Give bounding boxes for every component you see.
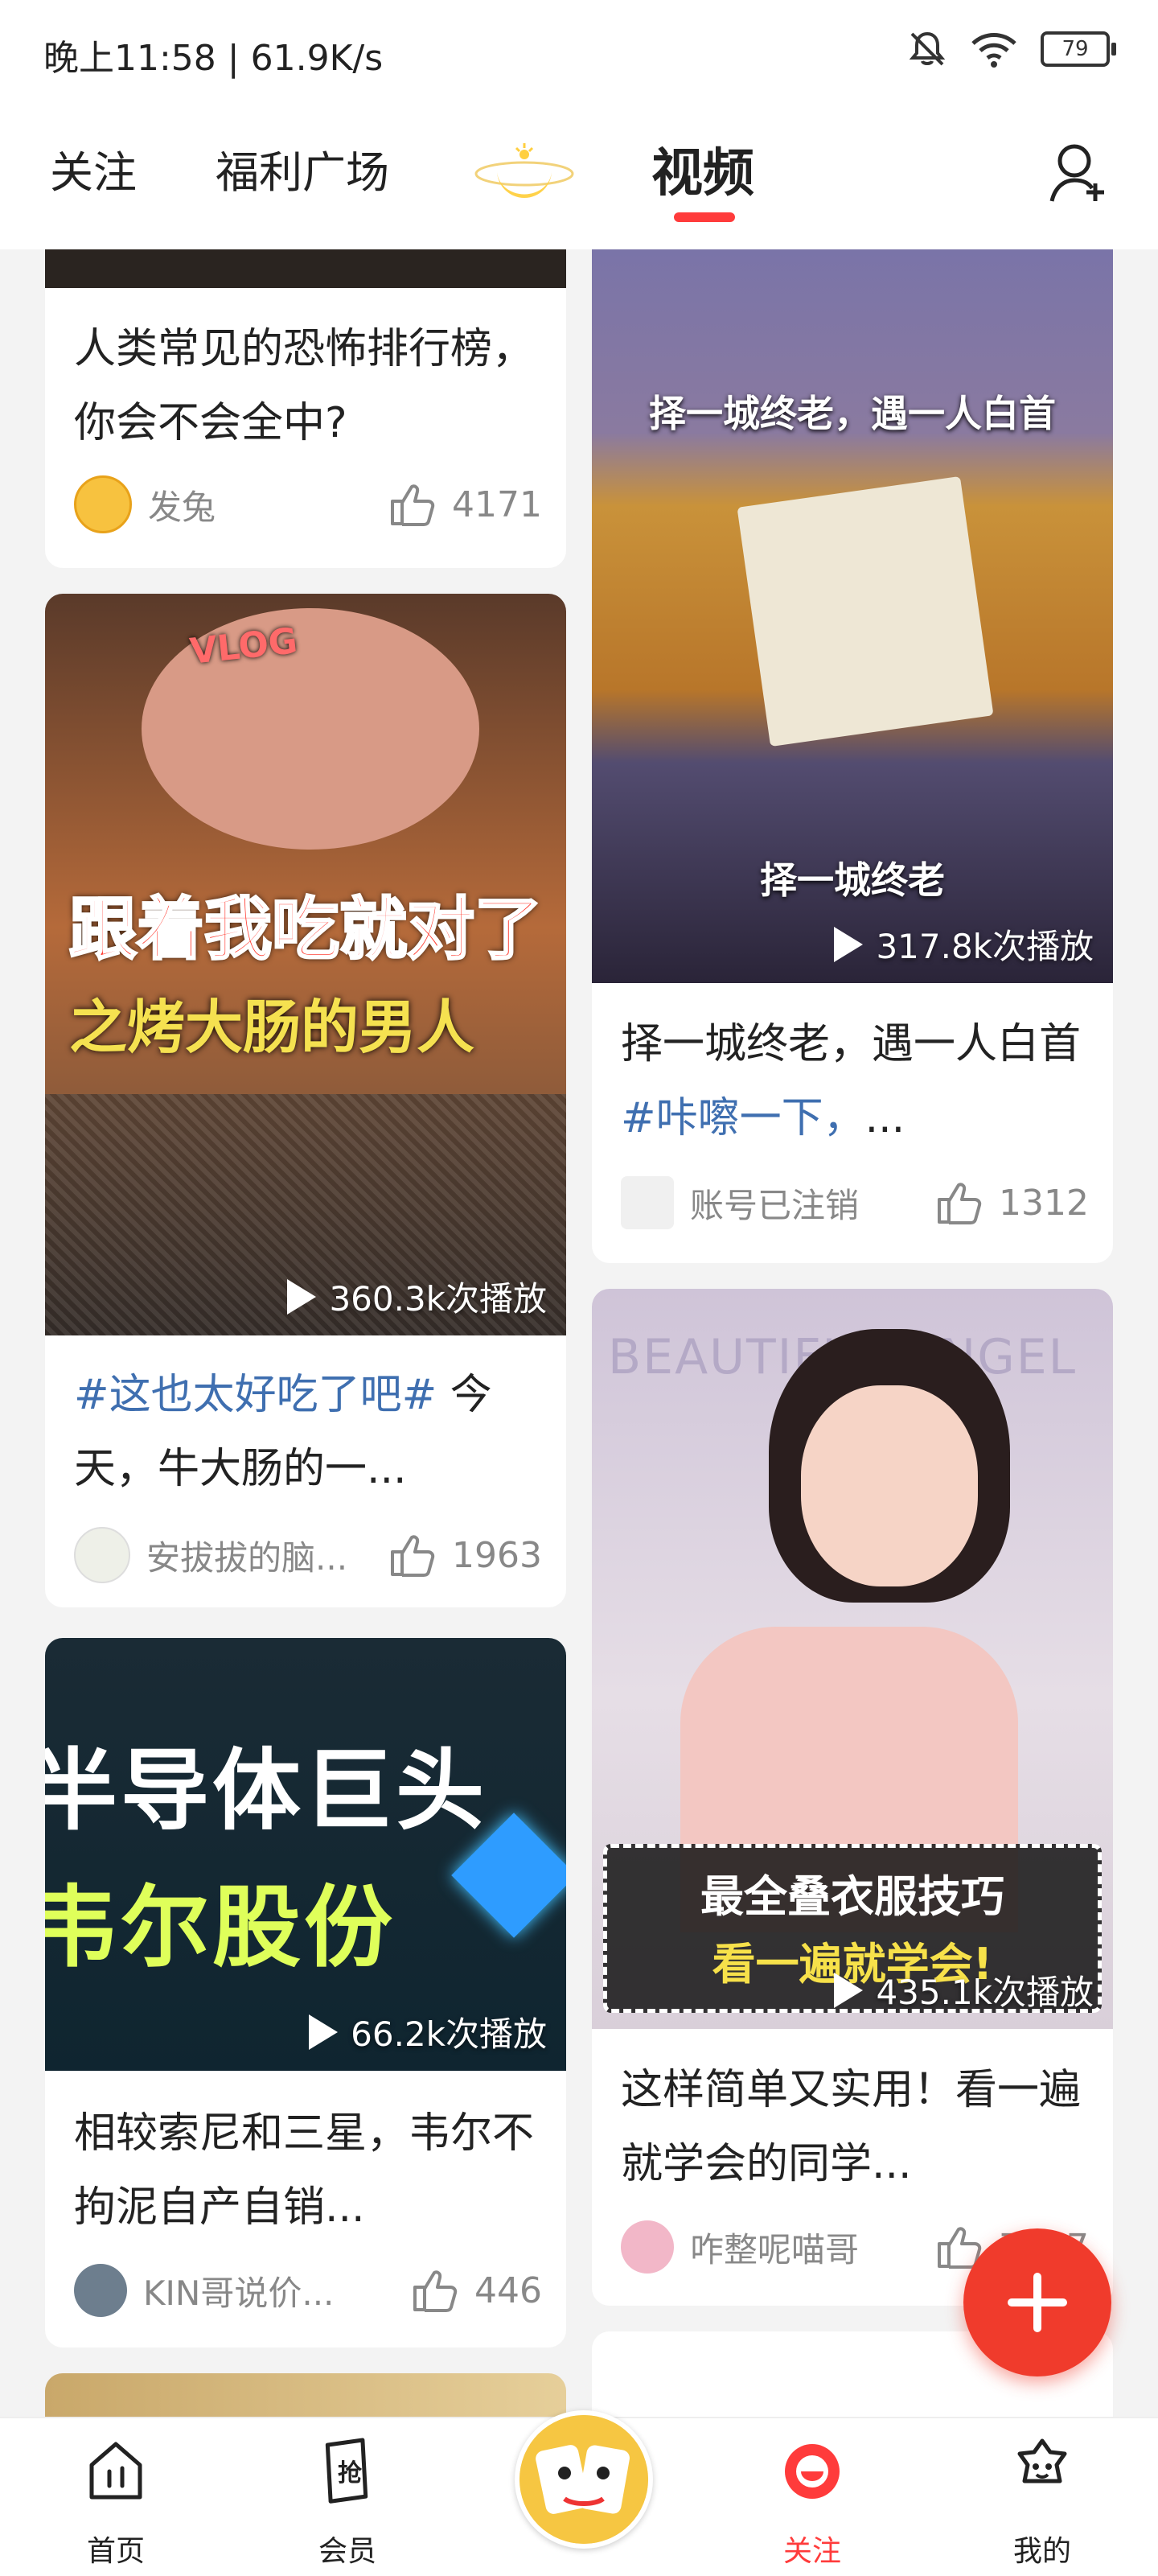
like-count[interactable]: 446 bbox=[410, 2266, 542, 2315]
nav-profile[interactable]: 我的 bbox=[962, 2418, 1123, 2576]
grab-icon: 抢 bbox=[325, 2438, 368, 2504]
top-nav: 关注 福利广场 视频 bbox=[0, 105, 1158, 249]
nav-profile-label: 我的 bbox=[1012, 2535, 1071, 2568]
home-icon bbox=[89, 2442, 142, 2500]
person-face bbox=[801, 1385, 978, 1586]
author-name[interactable]: 咋整呢喵哥 bbox=[690, 2223, 931, 2272]
like-count[interactable]: 1963 bbox=[388, 1531, 542, 1579]
video-card[interactable]: 半导体巨头 韦尔股份 66.2k次播放 相较索尼和三星，韦尔不拘泥自产自销...… bbox=[45, 1638, 566, 2348]
avatar[interactable] bbox=[621, 1176, 674, 1229]
thumbnail-subheadline: 之烤大肠的男人 bbox=[69, 994, 475, 1061]
thumbnail-subheadline: 择一城终老 bbox=[760, 858, 945, 902]
create-post-button[interactable] bbox=[963, 2228, 1111, 2376]
video-thumbnail: 择一城终老，遇一人白首 择一城终老 317.8k次播放 bbox=[592, 249, 1113, 983]
thumbnail-subheadline: 韦尔股份 bbox=[45, 1876, 396, 1979]
hashtag[interactable]: #这也太好吃了吧# bbox=[74, 1371, 437, 1419]
video-meta: 安拔拔的脑... 1963 bbox=[74, 1527, 542, 1583]
play-count: 435.1k次播放 bbox=[834, 1965, 1094, 2014]
profile-icon bbox=[1017, 2438, 1067, 2483]
like-count[interactable]: 1312 bbox=[934, 1179, 1089, 1227]
nav-follow[interactable]: 关注 bbox=[732, 2418, 893, 2576]
add-friend-icon[interactable] bbox=[1049, 142, 1110, 206]
video-title: 相较索尼和三星，韦尔不拘泥自产自销... bbox=[74, 2109, 535, 2232]
thumbs-up-icon bbox=[413, 2270, 458, 2312]
author-name[interactable]: 账号已注销 bbox=[690, 1179, 931, 1228]
thumbs-up-icon bbox=[391, 1535, 435, 1577]
thumbnail-headline: 择一城终老，遇一人白首 bbox=[649, 392, 1056, 435]
video-meta: 账号已注销 1312 bbox=[621, 1175, 1089, 1231]
status-bar: 晚上11:58 | 61.9K/s 79 bbox=[0, 0, 1158, 105]
avatar[interactable] bbox=[74, 1527, 130, 1583]
bottom-nav: 首页 抢 会员 关注 我的 bbox=[0, 2410, 1158, 2576]
thumbnail-headline: 最全叠衣服技巧 bbox=[700, 1871, 1004, 1922]
video-title: #这也太好吃了吧# 今天，牛大肠的一... bbox=[74, 1371, 492, 1493]
thumbs-up-icon bbox=[938, 1183, 982, 1224]
author-name[interactable]: 发兔 bbox=[148, 480, 388, 529]
nav-member[interactable]: 抢 会员 bbox=[267, 2418, 428, 2576]
nav-home-label: 首页 bbox=[86, 2535, 145, 2568]
video-meta: KIN哥说价... 446 bbox=[74, 2262, 542, 2319]
play-icon bbox=[834, 1972, 864, 2008]
video-thumbnail: BEAUTIFUL ANGEL 最全叠衣服技巧 看一遍就学会! 435.1k次播… bbox=[592, 1289, 1113, 2029]
bell-off-icon bbox=[909, 31, 946, 66]
video-title: 这样简单又实用！看一遍就学会的同学... bbox=[621, 2066, 1082, 2188]
svg-text:抢: 抢 bbox=[338, 2459, 363, 2488]
hashtag[interactable]: #咔嚓一下， bbox=[621, 1094, 865, 1142]
video-card[interactable]: VLOG 跟着我吃就对了 之烤大肠的男人 360.3k次播放 #这也太好吃了吧#… bbox=[45, 594, 566, 1607]
play-icon bbox=[834, 926, 864, 962]
video-thumbnail: VLOG 跟着我吃就对了 之烤大肠的男人 360.3k次播放 bbox=[45, 594, 566, 1335]
moon-logo-icon[interactable] bbox=[474, 138, 574, 211]
cartoon-avatar-icon bbox=[519, 2415, 648, 2544]
thumbs-up-icon bbox=[391, 484, 435, 526]
wifi-icon bbox=[971, 33, 1016, 68]
video-thumbnail bbox=[45, 249, 566, 288]
video-thumbnail: 半导体巨头 韦尔股份 66.2k次播放 bbox=[45, 1638, 566, 2071]
center-avatar[interactable] bbox=[515, 2410, 653, 2549]
avatar[interactable] bbox=[74, 475, 132, 533]
tab-follow[interactable]: 关注 bbox=[50, 137, 137, 200]
video-card[interactable] bbox=[45, 2373, 566, 2417]
like-count[interactable]: 4171 bbox=[388, 480, 542, 529]
status-icons: 79 bbox=[907, 29, 1116, 69]
video-card[interactable]: 择一城终老，遇一人白首 择一城终老 317.8k次播放 择一城终老，遇一人白首 … bbox=[592, 249, 1113, 1263]
video-card[interactable]: 人类常见的恐怖排行榜，你会不会全中? 发兔 4171 bbox=[45, 249, 566, 568]
play-count: 66.2k次播放 bbox=[309, 2007, 547, 2056]
battery-icon: 79 bbox=[1041, 31, 1116, 67]
thumbnail-headline: 半导体巨头 bbox=[45, 1739, 487, 1842]
video-card[interactable]: BEAUTIFUL ANGEL 最全叠衣服技巧 看一遍就学会! 435.1k次播… bbox=[592, 1289, 1113, 2306]
author-name[interactable]: 安拔拔的脑... bbox=[146, 1531, 388, 1580]
nav-home[interactable]: 首页 bbox=[35, 2418, 196, 2576]
play-count: 360.3k次播放 bbox=[287, 1272, 547, 1321]
avatar[interactable] bbox=[74, 2264, 127, 2317]
thumbnail-headline: 跟着我吃就对了 bbox=[68, 889, 543, 970]
play-icon bbox=[287, 1278, 317, 1315]
play-count: 317.8k次播放 bbox=[834, 920, 1094, 969]
status-time: 晚上11:58 | 61.9K/s bbox=[43, 38, 384, 79]
tab-video[interactable]: 视频 bbox=[651, 132, 754, 206]
nav-member-label: 会员 bbox=[318, 2535, 376, 2568]
tab-welfare-plaza[interactable]: 福利广场 bbox=[216, 137, 389, 200]
play-icon bbox=[309, 2014, 339, 2050]
video-title: 择一城终老，遇一人白首 #咔嚓一下，... bbox=[621, 1020, 1082, 1142]
active-tab-indicator bbox=[674, 212, 735, 222]
follow-icon bbox=[785, 2444, 840, 2499]
avatar[interactable] bbox=[621, 2220, 674, 2274]
book-image bbox=[737, 475, 994, 747]
video-title: 人类常见的恐怖排行榜，你会不会全中? bbox=[74, 325, 535, 447]
nav-follow-label: 关注 bbox=[782, 2535, 841, 2568]
author-name[interactable]: KIN哥说价... bbox=[143, 2266, 384, 2315]
plus-icon bbox=[1008, 2273, 1067, 2332]
video-meta: 发兔 4171 bbox=[74, 475, 542, 533]
